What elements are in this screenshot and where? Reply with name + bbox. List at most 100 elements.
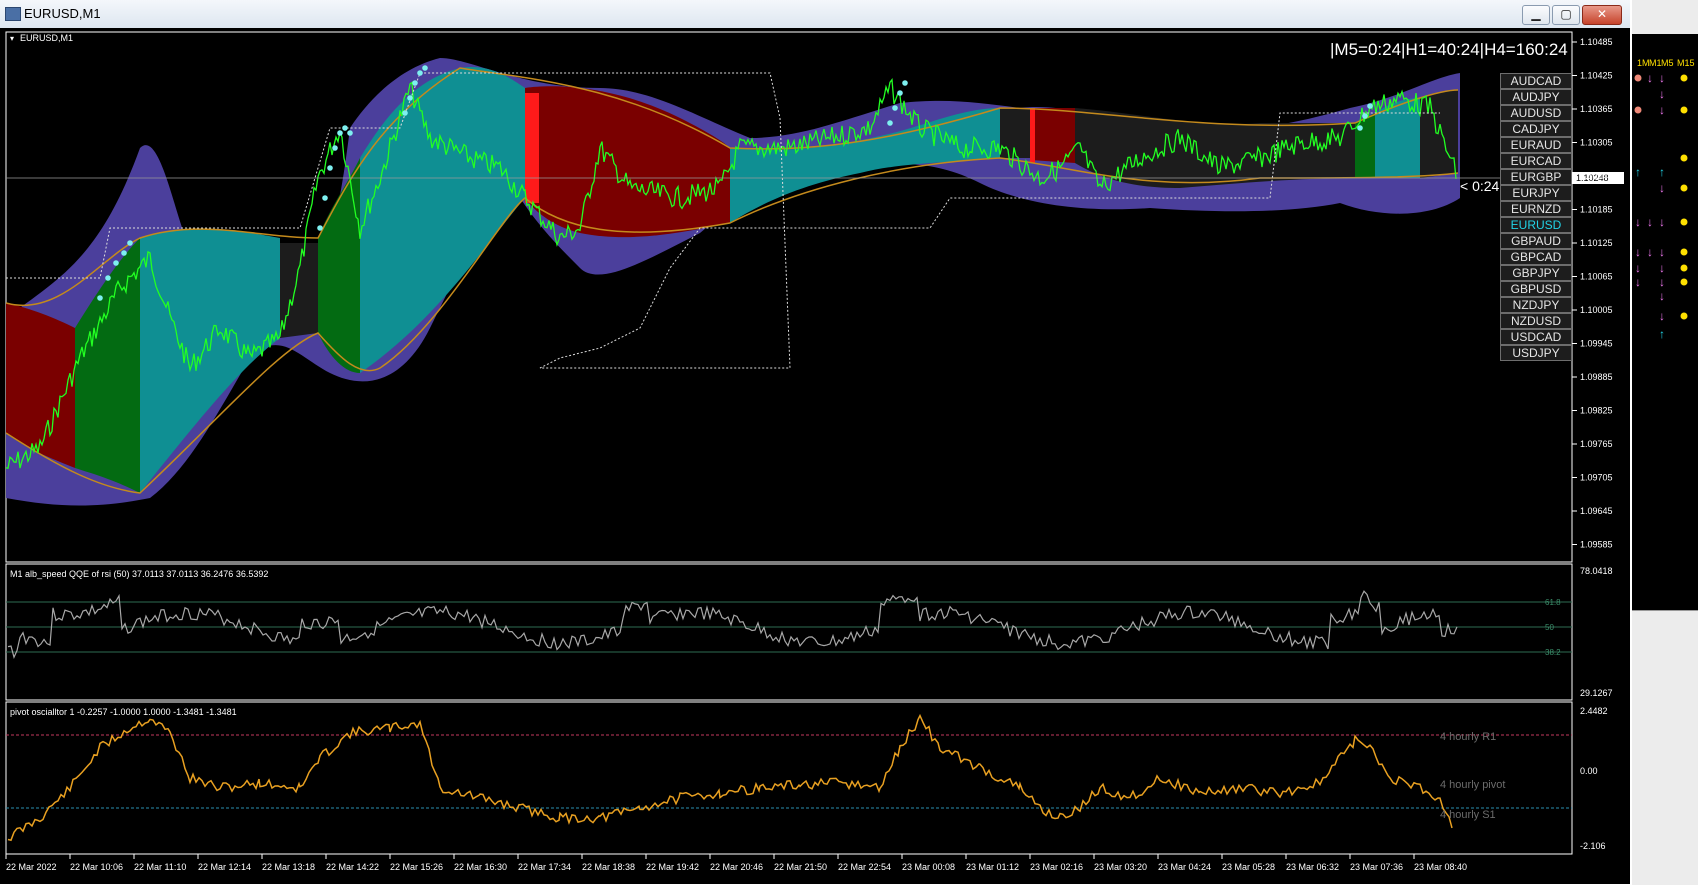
pair-button-audusd[interactable]: AUDUSD (1500, 105, 1572, 121)
down-arrow-icon: ↓ (1659, 215, 1665, 229)
qqe-level-label-1: 61.8 (1545, 598, 1561, 607)
up-arrow-icon: ↑ (1659, 327, 1665, 341)
down-arrow-icon: ↓ (1659, 87, 1665, 101)
time-tick-label: 22 Mar 10:06 (70, 862, 123, 872)
status-dot-icon (1680, 218, 1688, 226)
signal-bar-red-1 (525, 93, 539, 203)
pair-button-euraud[interactable]: EURAUD (1500, 137, 1572, 153)
chart-window-icon (5, 7, 21, 21)
pair-button-eurjpy[interactable]: EURJPY (1500, 185, 1572, 201)
time-tick-label: 23 Mar 08:40 (1414, 862, 1467, 872)
time-tick-label: 22 Mar 2022 (6, 862, 57, 872)
qqe-label: M1 alb_speed QQE of rsi (50) 37.0113 37.… (10, 569, 268, 579)
status-dot-icon (1680, 154, 1688, 162)
chart-canvas[interactable]: 1.10248 1.104851.104251.103651.103051.10… (0, 28, 1630, 884)
signal-column-header: M1 (1649, 58, 1662, 68)
signal-dot (897, 90, 903, 96)
time-tick-label: 23 Mar 03:20 (1094, 862, 1147, 872)
time-tick-label: 23 Mar 04:24 (1158, 862, 1211, 872)
price-tick-label: 1.09705 (1580, 473, 1613, 483)
band-dark-4 (1420, 90, 1458, 178)
down-arrow-icon: ↓ (1659, 103, 1665, 117)
status-dot-icon (1680, 278, 1688, 286)
qqe-level-label-3: 38.2 (1545, 648, 1561, 657)
qqe-level-label-2: 50 (1545, 623, 1554, 632)
pair-button-audcad[interactable]: AUDCAD (1500, 73, 1572, 89)
time-tick-label: 22 Mar 20:46 (710, 862, 763, 872)
signal-dot (332, 145, 338, 151)
status-dot-icon (1680, 184, 1688, 192)
time-tick-label: 22 Mar 11:10 (134, 862, 186, 872)
window-title: EURUSD,M1 (24, 6, 101, 21)
maximize-button[interactable]: ▢ (1552, 5, 1580, 25)
down-arrow-icon: ↓ (1659, 181, 1665, 195)
pair-button-gbpjpy[interactable]: GBPJPY (1500, 265, 1572, 281)
pair-button-usdcad[interactable]: USDCAD (1500, 329, 1572, 345)
pair-button-nzdusd[interactable]: NZDUSD (1500, 313, 1572, 329)
pair-button-cadjpy[interactable]: CADJPY (1500, 121, 1572, 137)
status-dot-icon (1680, 248, 1688, 256)
candle-countdown: < 0:24 (1460, 178, 1500, 194)
price-tick-label: 1.09645 (1580, 506, 1613, 516)
signal-dot (1362, 113, 1368, 119)
status-dot-icon (1634, 106, 1642, 114)
sidebar-empty-area (1632, 610, 1698, 885)
signal-dot (892, 105, 898, 111)
signal-dot (327, 165, 333, 171)
signal-bar-red-2 (1030, 108, 1035, 163)
signal-dot (887, 120, 893, 126)
up-arrow-icon: ↑ (1635, 165, 1641, 179)
signal-dot (105, 275, 111, 281)
down-arrow-icon: ↓ (1635, 261, 1641, 275)
pair-button-eurnzd[interactable]: EURNZD (1500, 201, 1572, 217)
signal-dot (127, 240, 133, 246)
signal-dot (422, 65, 428, 71)
pivot-label: pivot oscialltor 1 -0.2257 -1.0000 1.000… (10, 707, 237, 717)
time-tick-label: 23 Mar 02:16 (1030, 862, 1083, 872)
pair-button-eurgbp[interactable]: EURGBP (1500, 169, 1572, 185)
time-tick-label: 22 Mar 14:22 (326, 862, 379, 872)
time-tick-label: 22 Mar 16:30 (454, 862, 507, 872)
signal-dot (337, 130, 343, 136)
chart-area[interactable]: 1.10248 1.10485 1.10425 1.10365 1.10305 1.10… (0, 28, 1630, 884)
collapse-triangle-icon[interactable]: ▾ (10, 34, 14, 43)
down-arrow-icon: ↓ (1647, 245, 1653, 259)
pivot-pivot-label: 4 hourly pivot (1440, 779, 1505, 791)
pair-button-eurcad[interactable]: EURCAD (1500, 153, 1572, 169)
price-tick-label: 1.10185 (1580, 205, 1613, 215)
time-tick-label: 23 Mar 07:36 (1350, 862, 1403, 872)
pair-button-audjpy[interactable]: AUDJPY (1500, 89, 1572, 105)
pair-button-gbpaud[interactable]: GBPAUD (1500, 233, 1572, 249)
down-arrow-icon: ↓ (1659, 289, 1665, 303)
pivot-max: 2.4482 (1580, 706, 1608, 716)
time-tick-label: 22 Mar 19:42 (646, 862, 699, 872)
pair-button-nzdjpy[interactable]: NZDJPY (1500, 297, 1572, 313)
time-tick-label: 23 Mar 05:28 (1222, 862, 1275, 872)
pivot-mid: 0.00 (1580, 766, 1598, 776)
down-arrow-icon: ↓ (1659, 309, 1665, 323)
price-tick-label: 1.09885 (1580, 372, 1613, 382)
signal-column-header: M15 (1677, 58, 1695, 68)
time-tick-label: 22 Mar 22:54 (838, 862, 891, 872)
pair-button-eurusd[interactable]: EURUSD (1500, 217, 1572, 233)
time-tick-label: 22 Mar 13:18 (262, 862, 315, 872)
time-tick-label: 23 Mar 00:08 (902, 862, 955, 872)
price-tick-label: 1.10305 (1580, 138, 1613, 148)
timeframe-readout: |M5=0:24|H1=40:24|H4=160:24 (1330, 40, 1568, 59)
pair-button-usdjpy[interactable]: USDJPY (1500, 345, 1572, 361)
pair-button-gbpusd[interactable]: GBPUSD (1500, 281, 1572, 297)
down-arrow-icon: ↓ (1659, 275, 1665, 289)
signal-dot (412, 80, 418, 86)
status-dot-icon (1680, 264, 1688, 272)
band-green-3 (1355, 113, 1375, 178)
down-arrow-icon: ↓ (1647, 71, 1653, 85)
window-titlebar[interactable]: EURUSD,M1 ▁ ▢ ✕ (0, 0, 1630, 29)
price-tick-label: 1.10365 (1580, 104, 1613, 114)
down-arrow-icon: ↓ (1635, 245, 1641, 259)
close-button[interactable]: ✕ (1582, 5, 1622, 25)
signal-dot (407, 95, 413, 101)
band-red-3 (1030, 108, 1075, 163)
minimize-button[interactable]: ▁ (1522, 5, 1550, 25)
signal-dot (322, 195, 328, 201)
pair-button-gbpcad[interactable]: GBPCAD (1500, 249, 1572, 265)
